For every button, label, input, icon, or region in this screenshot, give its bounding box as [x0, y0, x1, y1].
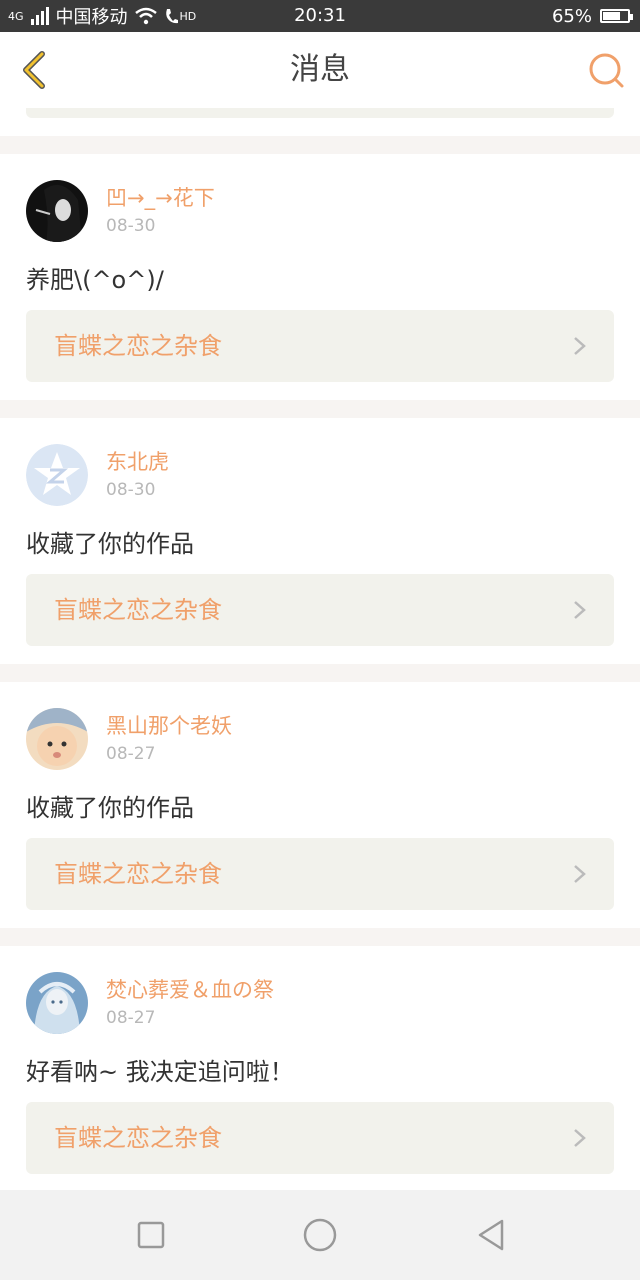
message-text: 收藏了你的作品: [26, 794, 194, 822]
previous-work-box: [26, 108, 614, 118]
battery-icon: [600, 9, 633, 23]
battery-fill: [603, 12, 620, 20]
app-header: 消息: [0, 32, 640, 109]
avatar[interactable]: [26, 708, 88, 770]
work-title: 盲蝶之恋之杂食: [54, 332, 222, 360]
system-nav-bar: [0, 1190, 640, 1280]
chevron-right-icon: [574, 337, 586, 355]
chevron-right-icon: [574, 1129, 586, 1147]
work-title: 盲蝶之恋之杂食: [54, 596, 222, 624]
message-date: 08-30: [106, 216, 156, 236]
message-card: 凹→_→花下 08-30 养肥\(^o^)/ 盲蝶之恋之杂食: [0, 154, 640, 400]
chevron-right-icon: [574, 601, 586, 619]
message-date: 08-27: [106, 1008, 156, 1028]
message-text: 好看呐~ 我决定追问啦！: [26, 1058, 294, 1086]
username[interactable]: 东北虎: [106, 446, 169, 476]
username[interactable]: 黑山那个老妖: [106, 710, 232, 740]
message-text: 收藏了你的作品: [26, 530, 194, 558]
work-link[interactable]: 盲蝶之恋之杂食: [26, 1102, 614, 1174]
status-right: 65%: [551, 0, 633, 32]
avatar[interactable]: [26, 444, 88, 506]
avatar[interactable]: [26, 972, 88, 1034]
message-text: 养肥\(^o^)/: [26, 266, 164, 294]
message-card: 东北虎 08-30 收藏了你的作品 盲蝶之恋之杂食: [0, 418, 640, 664]
chevron-right-icon: [574, 865, 586, 883]
message-card: 黑山那个老妖 08-27 收藏了你的作品 盲蝶之恋之杂食: [0, 682, 640, 928]
triangle-back-icon[interactable]: [468, 1212, 514, 1258]
message-date: 08-27: [106, 744, 156, 764]
message-list[interactable]: 凹→_→花下 08-30 养肥\(^o^)/ 盲蝶之恋之杂食 东北虎 08-30…: [0, 108, 640, 1190]
page-title: 消息: [290, 52, 350, 87]
work-link[interactable]: 盲蝶之恋之杂食: [26, 310, 614, 382]
square-icon[interactable]: [128, 1212, 174, 1258]
circle-home-icon[interactable]: [297, 1212, 343, 1258]
message-card: 焚心葬爱＆血の祭 08-27 好看呐~ 我决定追问啦！ 盲蝶之恋之杂食: [0, 946, 640, 1190]
work-title: 盲蝶之恋之杂食: [54, 1124, 222, 1152]
work-link[interactable]: 盲蝶之恋之杂食: [26, 838, 614, 910]
clock: 20:31: [294, 5, 346, 26]
status-bar: 4G 中国移动 HD 20:31 65%: [0, 0, 640, 32]
work-link[interactable]: 盲蝶之恋之杂食: [26, 574, 614, 646]
search-icon[interactable]: [586, 50, 626, 90]
previous-card-partial: [0, 108, 640, 136]
username[interactable]: 凹→_→花下: [106, 182, 215, 212]
username[interactable]: 焚心葬爱＆血の祭: [106, 974, 274, 1004]
work-title: 盲蝶之恋之杂食: [54, 860, 222, 888]
avatar[interactable]: [26, 180, 88, 242]
message-date: 08-30: [106, 480, 156, 500]
battery-percent: 65%: [551, 5, 592, 27]
